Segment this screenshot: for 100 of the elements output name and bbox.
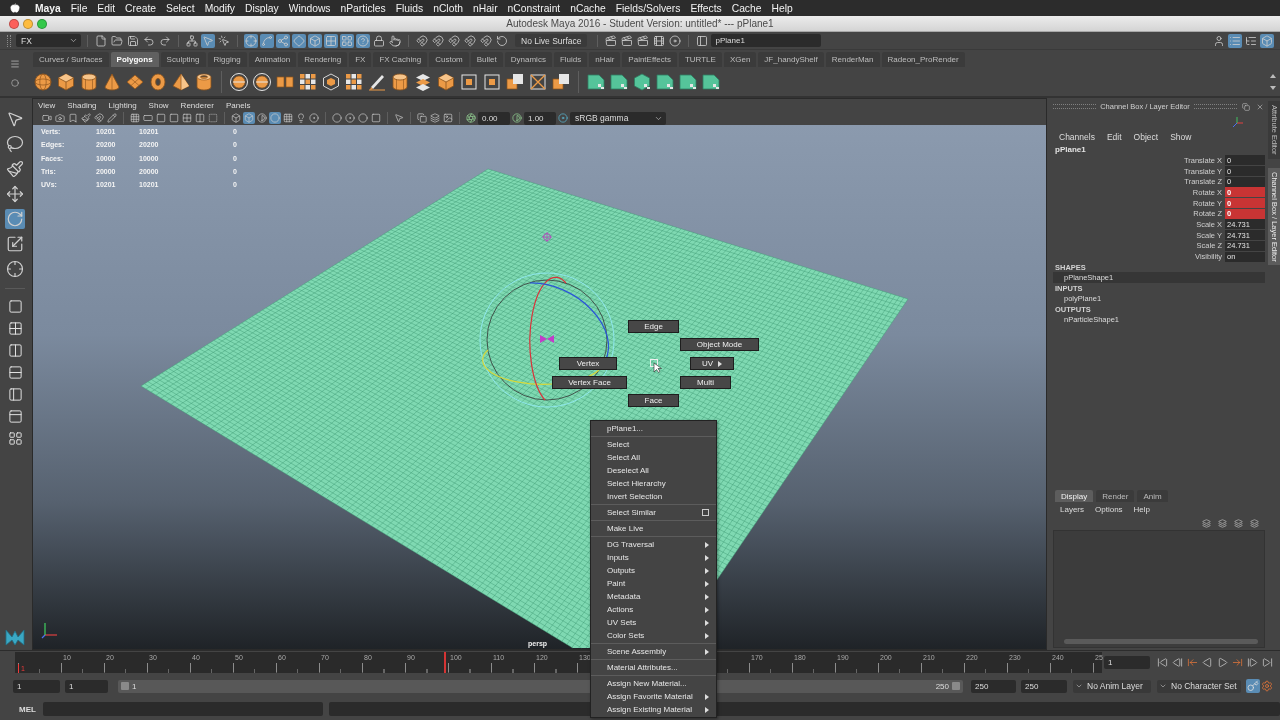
layers-icon[interactable]	[413, 71, 433, 92]
range-handle-icon[interactable]	[952, 682, 960, 690]
panel-menu-item[interactable]: Renderer	[180, 100, 214, 110]
camera-icon[interactable]	[54, 112, 66, 124]
wire-cube-icon[interactable]	[321, 71, 341, 92]
menu-item[interactable]: nCache	[570, 2, 606, 14]
menu-item[interactable]: DG Traversal	[591, 538, 716, 551]
checker-tile-icon[interactable]	[609, 71, 629, 92]
nodes-icon[interactable]	[276, 33, 290, 48]
cube-icon[interactable]	[243, 112, 255, 124]
dashed-square-icon[interactable]	[207, 112, 219, 124]
menu-item[interactable]: Create	[125, 2, 156, 14]
crossed-square-icon[interactable]	[528, 71, 548, 92]
grid-icon[interactable]	[324, 33, 338, 48]
layer-menu-item[interactable]: Help	[1133, 504, 1151, 514]
marking-menu-item[interactable]: UV	[690, 357, 734, 370]
shelf-tab[interactable]: JF_handyShelf	[758, 52, 824, 67]
shelf-tab[interactable]: FX Caching	[373, 52, 428, 67]
menu-item[interactable]: Effects	[690, 2, 722, 14]
undo-icon[interactable]	[142, 33, 156, 48]
four-pane-icon[interactable]	[6, 320, 24, 337]
new-file-icon[interactable]	[94, 33, 108, 48]
menu-icon[interactable]	[9, 58, 21, 70]
crosshair-icon[interactable]	[5, 259, 25, 279]
marking-menu-item[interactable]: Face	[628, 394, 679, 407]
skip-forward-icon[interactable]	[1261, 656, 1274, 669]
shelf-tab[interactable]: FX	[349, 52, 372, 67]
copy-icon[interactable]	[1241, 101, 1251, 112]
hand-pointer-icon[interactable]	[388, 33, 402, 48]
frame-icon[interactable]	[459, 71, 479, 92]
panel-menu-item[interactable]: Lighting	[108, 100, 137, 110]
move-arrows-icon[interactable]	[5, 184, 25, 204]
two-row-icon[interactable]	[6, 364, 24, 381]
menu-item[interactable]: Invert Selection	[591, 490, 716, 503]
cube-icon[interactable]	[308, 33, 322, 48]
menu-item[interactable]: Assign Existing Material	[591, 703, 716, 716]
sphere-icon[interactable]	[33, 71, 53, 92]
redo-icon[interactable]	[158, 33, 172, 48]
contrast-icon[interactable]	[511, 112, 523, 124]
gamma-field[interactable]: 1.00	[524, 111, 556, 125]
cylinder-icon[interactable]	[79, 71, 99, 92]
circle-icon[interactable]	[357, 112, 369, 124]
cube-icon[interactable]	[436, 71, 456, 92]
diamond-icon[interactable]	[292, 33, 306, 48]
shelf-tab[interactable]: RenderMan	[825, 52, 880, 67]
range-end-field[interactable]: 250	[971, 679, 1016, 693]
menu-item[interactable]: Fluids	[395, 2, 424, 14]
menu-item[interactable]: nParticles	[340, 2, 386, 14]
bookmark-icon[interactable]	[67, 112, 79, 124]
channel-menu-item[interactable]: Show	[1170, 131, 1192, 142]
live-surface-button[interactable]: No Live Surface	[515, 34, 588, 47]
scale-icon[interactable]	[5, 234, 25, 254]
checker-tile-icon[interactable]	[655, 71, 675, 92]
end-frame-field[interactable]: 250	[1021, 679, 1067, 693]
menu-item[interactable]: Select Hierarchy	[591, 477, 716, 490]
play-backward-icon[interactable]	[1201, 656, 1214, 669]
pyramid-icon[interactable]	[171, 71, 191, 92]
marking-menu-item[interactable]: Vertex Face	[552, 376, 627, 389]
torus-icon[interactable]	[148, 71, 168, 92]
pencil-icon[interactable]	[106, 112, 118, 124]
paintbrush-icon[interactable]	[5, 159, 25, 179]
channel-menu-item[interactable]: Edit	[1106, 131, 1122, 142]
cursor-icon[interactable]	[393, 112, 405, 124]
list-icon[interactable]	[1228, 33, 1242, 48]
menu-item[interactable]: Material Attributes...	[591, 661, 716, 674]
cylinder-icon[interactable]	[390, 71, 410, 92]
app-menu[interactable]: Maya	[35, 2, 61, 14]
columns-icon[interactable]	[194, 112, 206, 124]
grid-icon[interactable]	[181, 112, 193, 124]
step-back-icon[interactable]	[1171, 656, 1184, 669]
magnet-icon[interactable]	[93, 112, 105, 124]
lasso-icon[interactable]	[5, 134, 25, 154]
checker-tile-icon[interactable]	[678, 71, 698, 92]
menu-item[interactable]: Help	[771, 2, 793, 14]
shelf-tab[interactable]: Dynamics	[504, 52, 552, 67]
overlapping-squares-icon[interactable]	[505, 71, 525, 92]
menu-item[interactable]: Scene Assembly	[591, 645, 716, 658]
grid-layout-icon[interactable]	[6, 430, 24, 447]
layer-menu-item[interactable]: Layers	[1060, 504, 1084, 514]
next-key-icon[interactable]	[1231, 656, 1244, 669]
apple-icon[interactable]	[9, 2, 21, 14]
skip-back-icon[interactable]	[1156, 656, 1169, 669]
disc-icon[interactable]	[557, 112, 569, 124]
range-start-field[interactable]: 1	[65, 679, 108, 693]
command-field[interactable]	[42, 702, 323, 716]
grid-icon[interactable]	[129, 112, 141, 124]
character-set-dropdown[interactable]: No Character Set	[1157, 679, 1241, 693]
panel-menu-item[interactable]: Panels	[225, 100, 251, 110]
channel-menu-item[interactable]: Object	[1133, 131, 1159, 142]
cube-icon[interactable]	[1260, 33, 1274, 48]
cube-icon[interactable]	[56, 71, 76, 92]
shelf-tab[interactable]: Radeon_ProRender	[881, 52, 965, 67]
shelf-tab[interactable]: PaintEffects	[622, 52, 677, 67]
settings-icon[interactable]	[1260, 679, 1274, 693]
menu-item[interactable]: Select Similar	[591, 506, 716, 519]
grid-icon[interactable]	[340, 33, 354, 48]
menu-item[interactable]: nHair	[472, 2, 498, 14]
top-panel-icon[interactable]	[6, 408, 24, 425]
menu-item[interactable]: Assign Favorite Material	[591, 690, 716, 703]
color-space-dropdown[interactable]: sRGB gamma	[570, 111, 666, 125]
